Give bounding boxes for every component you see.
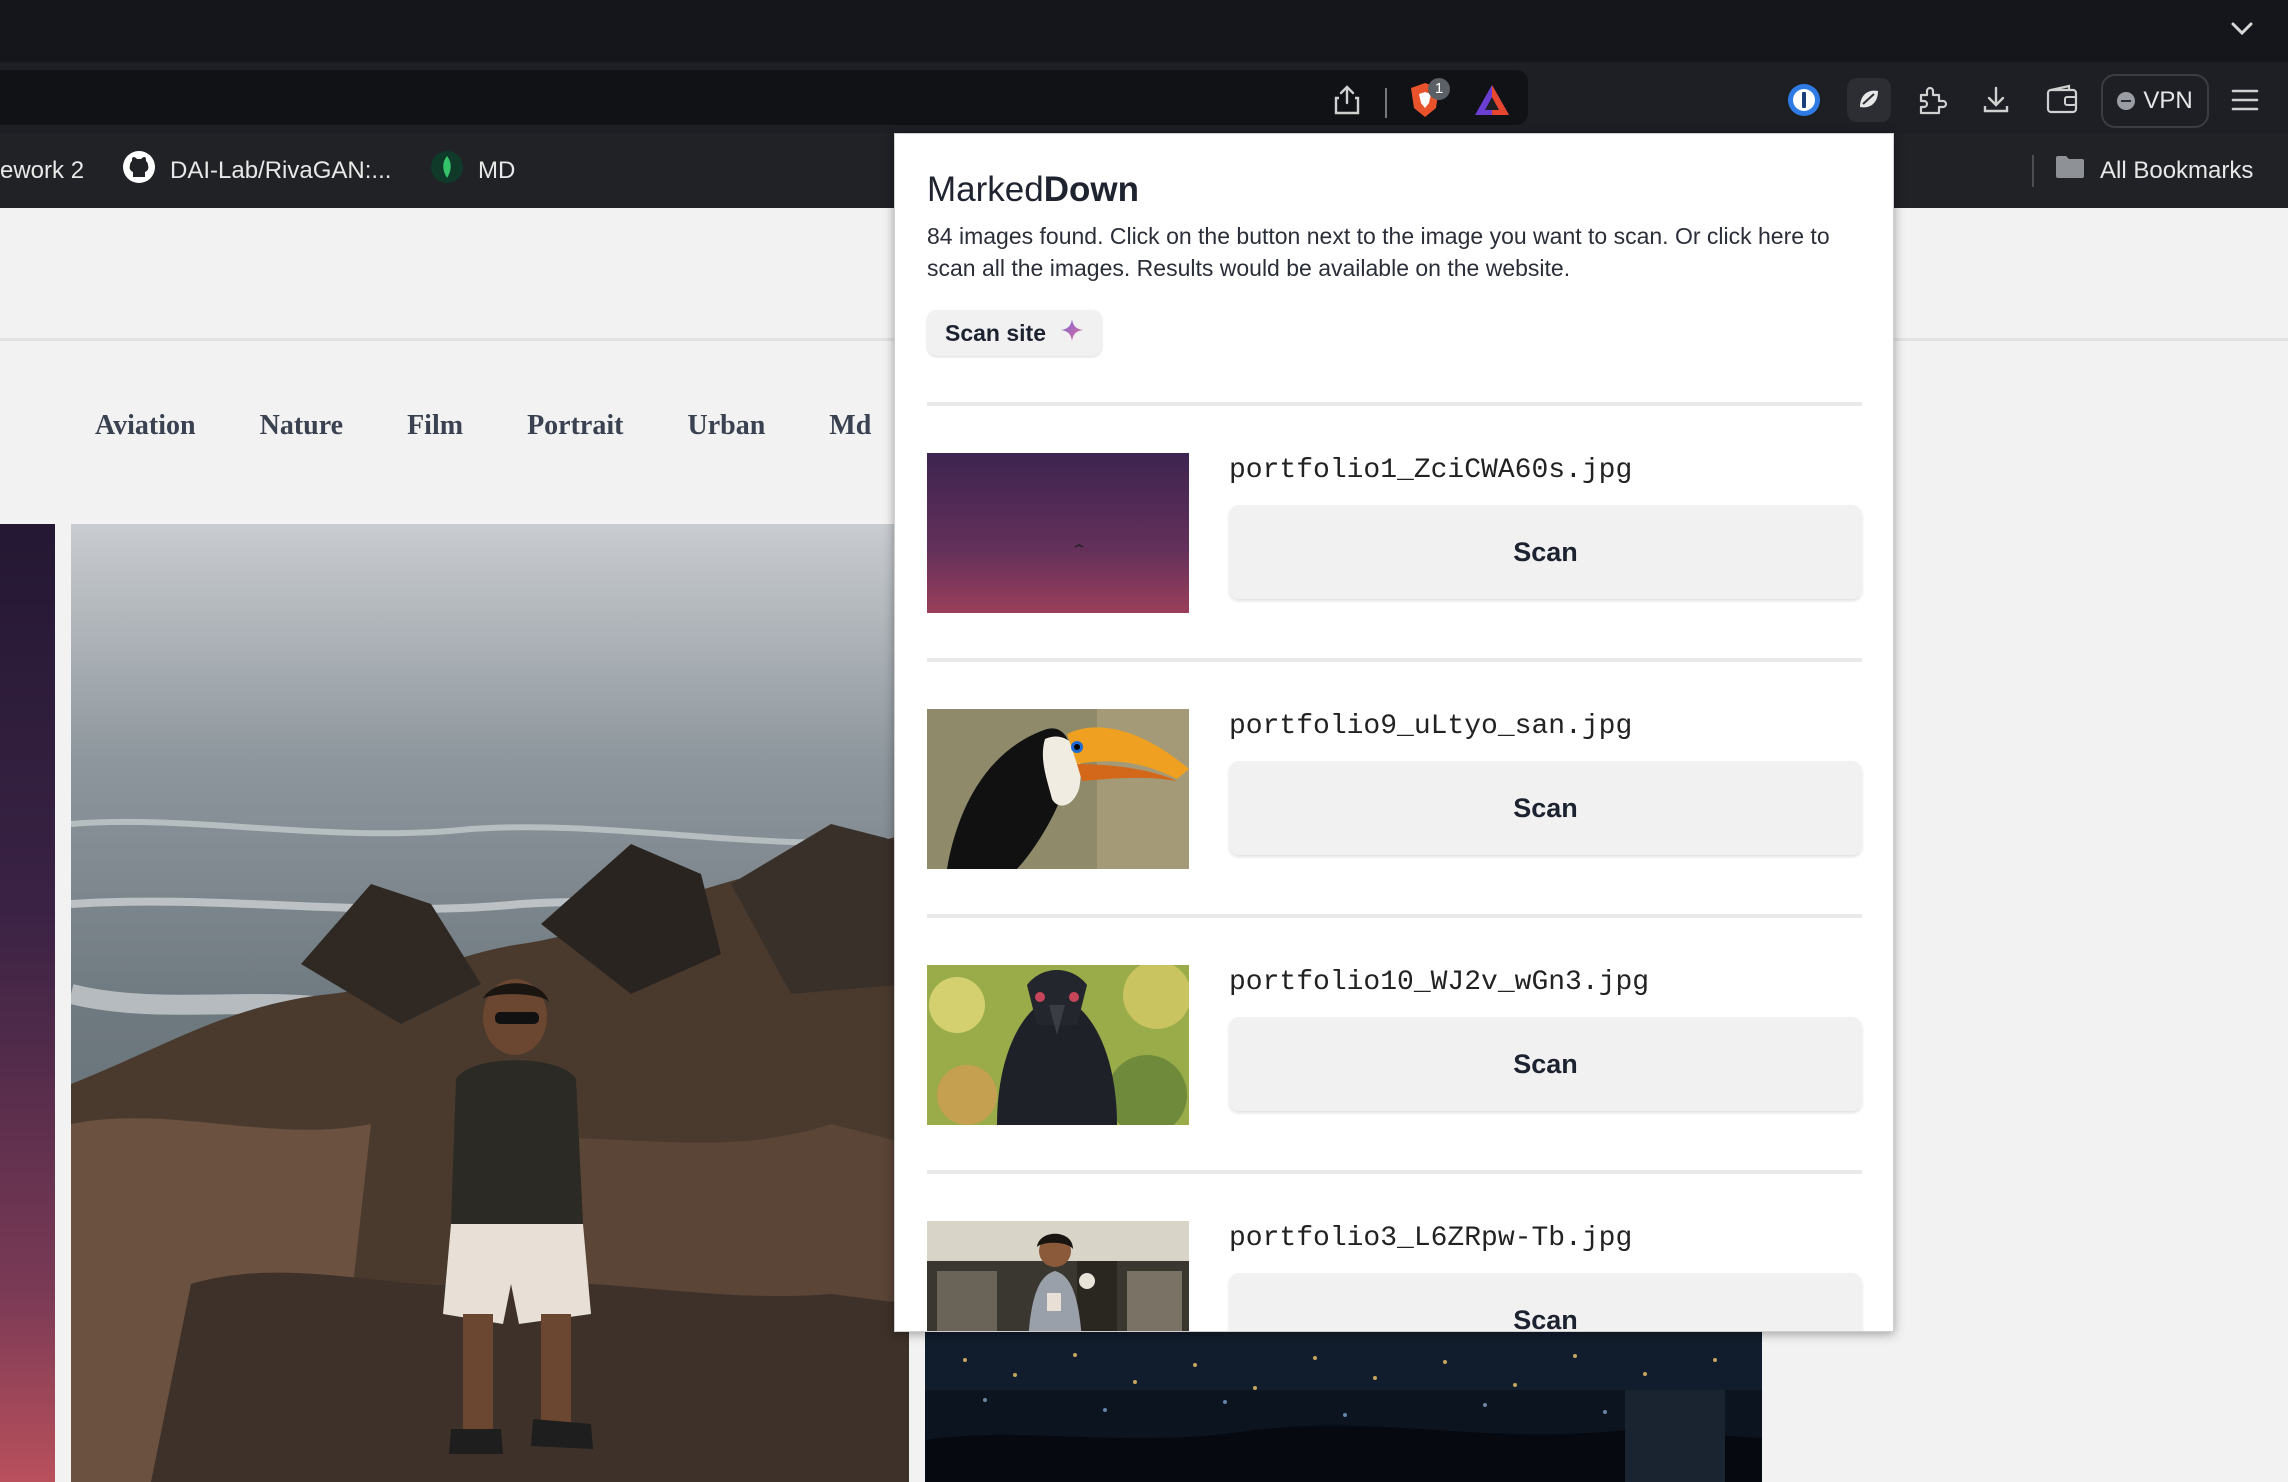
extensions-icon[interactable]: [1912, 80, 1952, 120]
toolbar-separator: [1385, 88, 1387, 118]
nav-md[interactable]: Md: [829, 410, 871, 442]
image-filename: portfolio3_L6ZRpw-Tb.jpg: [1229, 1223, 1633, 1254]
bookmark-label: ework 2: [0, 156, 85, 184]
divider: [927, 1170, 1862, 1174]
vpn-status-icon: [2117, 92, 2136, 110]
popup-title-light: Marked: [927, 170, 1044, 209]
toolbar: [0, 62, 2288, 133]
tab-strip: [0, 0, 2288, 62]
folder-icon: [2054, 154, 2086, 187]
nav-aviation[interactable]: Aviation: [95, 410, 196, 442]
wallet-icon[interactable]: [2042, 80, 2082, 120]
image-thumbnail: [927, 709, 1189, 869]
bookmark-item[interactable]: DAI-Lab/RivaGAN:...: [122, 133, 391, 208]
image-filename: portfolio9_uLtyo_san.jpg: [1229, 711, 1633, 742]
popup-title: MarkedDown: [927, 170, 1139, 210]
menu-icon[interactable]: [2225, 80, 2265, 120]
nav-portrait[interactable]: Portrait: [527, 410, 623, 442]
image-list-item: portfolio9_uLtyo_san.jpg Scan: [927, 709, 1862, 869]
download-icon[interactable]: [1976, 80, 2016, 120]
bookmark-item[interactable]: ework 2: [0, 133, 84, 208]
leaf-icon: [430, 150, 464, 191]
bookmark-label: MD: [478, 156, 516, 184]
image-thumbnail: [927, 1221, 1189, 1331]
all-bookmarks-label: All Bookmarks: [2100, 156, 2254, 184]
password-manager-icon[interactable]: [1784, 80, 1824, 120]
all-bookmarks-button[interactable]: All Bookmarks: [2054, 133, 2253, 208]
nav-urban[interactable]: Urban: [687, 410, 765, 442]
nav-film[interactable]: Film: [407, 410, 463, 442]
vpn-label: VPN: [2143, 87, 2193, 114]
scan-button[interactable]: Scan: [1229, 761, 1862, 855]
bookmarks-divider: [2032, 155, 2034, 187]
shields-count-badge: 1: [1428, 78, 1450, 100]
bookmark-label: DAI-Lab/RivaGAN:...: [170, 156, 392, 184]
gallery-image-partial[interactable]: [0, 524, 55, 1482]
image-thumbnail: [927, 453, 1189, 613]
popup-title-bold: Down: [1043, 170, 1139, 209]
category-nav: Aviation Nature Film Portrait Urban Md: [95, 410, 871, 442]
brave-rewards-icon[interactable]: [1472, 82, 1512, 118]
popup-description: 84 images found. Click on the button nex…: [927, 223, 1830, 281]
address-bar[interactable]: [0, 70, 1528, 125]
markeddown-popup: MarkedDown 84 images found. Click on the…: [894, 133, 1894, 1332]
github-icon: [122, 150, 156, 191]
scan-site-label: Scan site: [945, 319, 1046, 346]
scan-button[interactable]: Scan: [1229, 505, 1862, 599]
divider: [927, 914, 1862, 918]
gallery-image-city-night[interactable]: [925, 1330, 1762, 1482]
image-thumbnail: [927, 965, 1189, 1125]
divider: [927, 402, 1862, 406]
sparkle-icon: [1060, 318, 1084, 348]
gallery-image-seaside-portrait[interactable]: [71, 524, 909, 1482]
divider: [927, 658, 1862, 662]
nav-nature[interactable]: Nature: [260, 410, 343, 442]
image-list-item: portfolio3_L6ZRpw-Tb.jpg Scan: [927, 1221, 1862, 1331]
chevron-down-icon[interactable]: [2224, 10, 2260, 46]
vpn-button[interactable]: VPN: [2101, 74, 2209, 128]
image-list-item: portfolio1_ZciCWA60s.jpg Scan: [927, 453, 1862, 613]
image-list-item: portfolio10_WJ2v_wGn3.jpg Scan: [927, 965, 1862, 1125]
scan-button[interactable]: Scan: [1229, 1273, 1862, 1331]
image-filename: portfolio10_WJ2v_wGn3.jpg: [1229, 967, 1650, 998]
scan-button[interactable]: Scan: [1229, 1017, 1862, 1111]
image-filename: portfolio1_ZciCWA60s.jpg: [1229, 455, 1633, 486]
bookmark-item[interactable]: MD: [430, 133, 515, 208]
markeddown-extension-icon[interactable]: [1847, 78, 1891, 122]
scan-site-button[interactable]: Scan site: [927, 310, 1102, 356]
share-icon[interactable]: [1327, 80, 1367, 120]
